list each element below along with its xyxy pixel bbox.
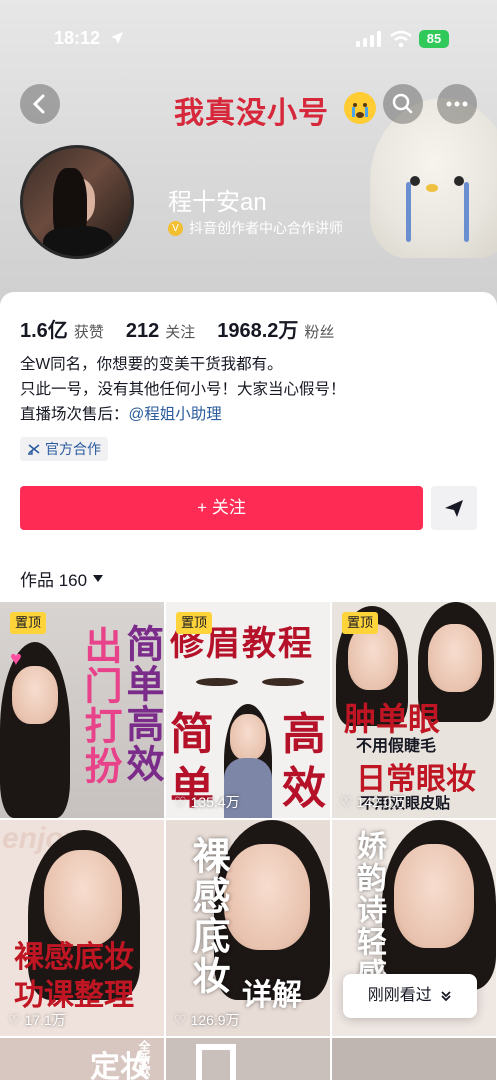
caret-down-icon — [93, 574, 104, 582]
battery-indicator: 85 — [419, 30, 449, 48]
thumbnail-face — [230, 714, 266, 760]
tag-label: 官方合作 — [45, 441, 101, 457]
following-count[interactable]: 212 — [126, 320, 159, 343]
page-title: 我真没小号 — [174, 97, 329, 130]
thumbnail-title-e: 效 — [282, 764, 326, 813]
heart-icon: ♡ — [174, 1011, 187, 1028]
profile-sheet: 1.6亿 获赞 212 关注 1968.2万 粉丝 全W同名，你想要的变美干货我… — [0, 292, 497, 1080]
followers-count[interactable]: 1968.2万 — [217, 314, 298, 343]
bio-line: 只此一号，没有其他任何小号！大家当心假号！ — [20, 381, 346, 398]
eye-right — [454, 176, 464, 186]
video-tile[interactable]: 简单高效 出门打扮 置顶 ♥ — [0, 602, 164, 818]
works-tab[interactable]: 作品 160 — [20, 566, 104, 591]
like-count: ♡ 17.1万 — [8, 1010, 66, 1030]
like-count: ♡ 142.0万 — [340, 792, 406, 812]
heart-sticker-icon: ♥ — [10, 648, 22, 670]
mention-link[interactable]: @程姐小助理 — [129, 406, 222, 423]
thumbnail-face — [224, 844, 310, 950]
thumbnail-title-b: 详解 — [242, 979, 302, 1012]
cellular-signal-icon — [356, 31, 381, 47]
thumbnail-face — [394, 844, 474, 948]
like-count-text: 126.9万 — [190, 1012, 240, 1028]
verified-v-icon: V — [168, 220, 183, 236]
ellipsis-icon — [446, 101, 468, 107]
thumbnail-title-a: 出门打扮 — [78, 626, 120, 786]
avatar-body — [43, 226, 113, 256]
pinned-badge: 置顶 — [342, 612, 379, 634]
profile-name: 程十安an — [168, 189, 267, 216]
send-icon — [445, 500, 463, 517]
video-tile[interactable] — [166, 1038, 330, 1080]
wifi-icon — [390, 30, 412, 48]
eye-left — [410, 176, 420, 186]
official-partner-tag[interactable]: 官方合作 — [20, 437, 108, 461]
thumbnail-title-b: 功课整理 — [14, 979, 134, 1012]
crying-face-icon — [344, 92, 376, 124]
follow-button[interactable]: + 关注 — [20, 486, 423, 530]
recently-viewed-button[interactable]: 刚刚看过 — [343, 974, 477, 1018]
verification-badge: V 抖音创作者中心合作讲师 — [168, 218, 343, 238]
status-bar: 18:12 85 — [0, 28, 497, 54]
likes-label: 获赞 — [73, 324, 104, 341]
heart-icon: ♡ — [340, 793, 353, 810]
video-tile[interactable]: 肿单眼 不用假睫毛 日常眼妆 不用双眼皮贴 置顶 ♡ 142.0万 — [332, 602, 496, 818]
recent-label: 刚刚看过 — [367, 987, 432, 1004]
status-time: 18:12 — [54, 28, 101, 48]
beak — [426, 184, 438, 192]
like-count-text: 17.1万 — [24, 1012, 66, 1028]
more-options-button[interactable] — [437, 84, 477, 124]
like-count-text: 142.0万 — [356, 794, 406, 810]
tear-right — [464, 182, 469, 242]
video-tile[interactable]: enjoy 裸感底妆 功课整理 ♡ 17.1万 — [0, 820, 164, 1036]
avatar[interactable] — [20, 145, 134, 259]
thumbnail-title-a: 裸感底妆 — [186, 836, 228, 996]
bio-line: 全W同名，你想要的变美干货我都有。 — [20, 356, 283, 373]
eyebrow-left — [196, 678, 238, 686]
thumbnail-face — [428, 624, 482, 692]
bio-prefix: 直播场次售后： — [20, 406, 129, 423]
pinned-badge: 置顶 — [10, 612, 47, 634]
video-tile[interactable]: 裸感底妆 详解 ♡ 126.9万 — [166, 820, 330, 1036]
pinned-badge: 置顶 — [176, 612, 213, 634]
stats-row: 1.6亿 获赞 212 关注 1968.2万 粉丝 — [20, 314, 356, 343]
video-tile[interactable] — [332, 1038, 496, 1080]
thumbnail-title-b: 全新欧 — [137, 1040, 151, 1076]
eyebrow-right — [262, 678, 304, 686]
location-arrow-icon — [111, 32, 123, 44]
back-button[interactable] — [20, 84, 60, 124]
search-icon — [392, 93, 413, 114]
heart-icon: ♡ — [174, 793, 187, 810]
followers-label[interactable]: 粉丝 — [304, 321, 334, 342]
works-label: 作品 160 — [20, 571, 88, 590]
heart-icon: ♡ — [8, 1011, 21, 1028]
thumbnail-title-a: 娇韵诗轻感 — [352, 830, 385, 990]
like-count-text: 135.4万 — [190, 794, 240, 810]
double-chevron-down-icon — [441, 991, 451, 1002]
chevron-left-icon — [32, 94, 45, 114]
like-count: ♡ 135.4万 — [174, 792, 240, 812]
verification-text: 抖音创作者中心合作讲师 — [189, 220, 343, 236]
thumbnail-title-b: 不用假睫毛 — [356, 738, 437, 755]
following-label[interactable]: 关注 — [165, 321, 195, 342]
video-tile[interactable]: 定妆 全新欧 — [0, 1038, 164, 1080]
video-tile[interactable]: 修眉教程 简 高 单 效 置顶 ♡ 135.4万 — [166, 602, 330, 818]
partner-icon — [28, 444, 40, 455]
thumbnail-shape — [196, 1044, 236, 1080]
thumbnail-face — [12, 666, 58, 724]
bio: 全W同名，你想要的变美干货我都有。 只此一号，没有其他任何小号！大家当心假号！ … — [20, 352, 346, 427]
tear-left — [406, 182, 411, 242]
likes-count: 1.6亿 — [20, 320, 68, 342]
share-button[interactable] — [431, 486, 477, 530]
like-count: ♡ 126.9万 — [174, 1010, 240, 1030]
bio-line: 直播场次售后：@程姐小助理 — [20, 402, 346, 427]
search-button[interactable] — [383, 84, 423, 124]
